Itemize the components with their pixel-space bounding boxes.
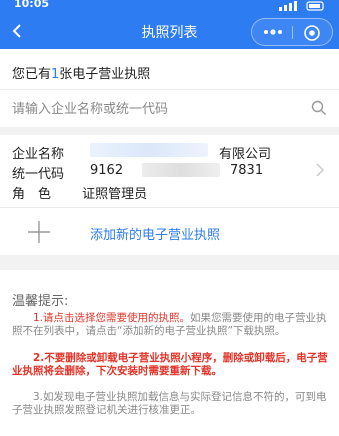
search-icon[interactable] [311, 100, 327, 116]
more-icon[interactable] [262, 24, 284, 40]
add-license-label: 添加新的电子营业执照 [90, 228, 221, 243]
tips-title: 温馨提示: [12, 294, 69, 309]
tip-2: 2.不要删除或卸载电子营业执照小程序，删除或卸载后，电子营业执照将会删除，下次安… [12, 352, 328, 377]
company-name-row: 企业名称 有限公司 [12, 143, 271, 162]
unified-code-head: 9162 [90, 163, 124, 178]
role-label: 角 色 [12, 187, 52, 202]
tip-3: 3.如发现电子营业执照加载信息与实际登记信息不符的，可到电子营业执照发照登记机关… [12, 391, 327, 416]
search-bar [0, 89, 339, 127]
count-prefix: 您已有 [12, 67, 52, 82]
license-count: 您已有1张电子营业执照 [0, 49, 339, 89]
signal-icon [279, 1, 324, 11]
company-name-value: 有限公司 [219, 147, 272, 162]
tip-1: 1.请点击选择您需要使用的执照。如果您需要使用的电子营业执照不在列表中，请点击“… [12, 312, 330, 338]
search-input[interactable] [12, 99, 302, 119]
status-bar: 10:05 [0, 0, 339, 14]
role-value: 证照管理员 [82, 187, 148, 202]
role-row: 角 色 证照管理员 [12, 183, 147, 202]
mini-program-capsule [251, 18, 333, 46]
tips-panel: 温馨提示: 1.请点击选择您需要使用的执照。如果您需要使用的电子营业执照不在列表… [0, 270, 339, 436]
tip-1-highlight: 1.请点击选择您需要使用的执照。 [33, 312, 191, 324]
unified-code-label: 统一代码 [12, 167, 65, 182]
company-name-label: 企业名称 [12, 147, 65, 162]
unified-code-tail: 7831 [230, 163, 264, 178]
capsule-divider [292, 26, 293, 39]
redacted-code [142, 163, 220, 177]
nav-bar: 执照列表 [0, 14, 339, 49]
count-suffix: 张电子营业执照 [59, 67, 151, 82]
chevron-right-icon [316, 163, 324, 177]
add-license-button[interactable]: 添加新的电子营业执照 [0, 207, 339, 255]
unified-code-row: 统一代码 9162 7831 [12, 163, 263, 182]
status-time: 10:05 [14, 0, 50, 10]
redacted-company-name [90, 143, 208, 157]
plus-icon [28, 221, 50, 243]
close-circle-icon[interactable] [303, 24, 321, 42]
